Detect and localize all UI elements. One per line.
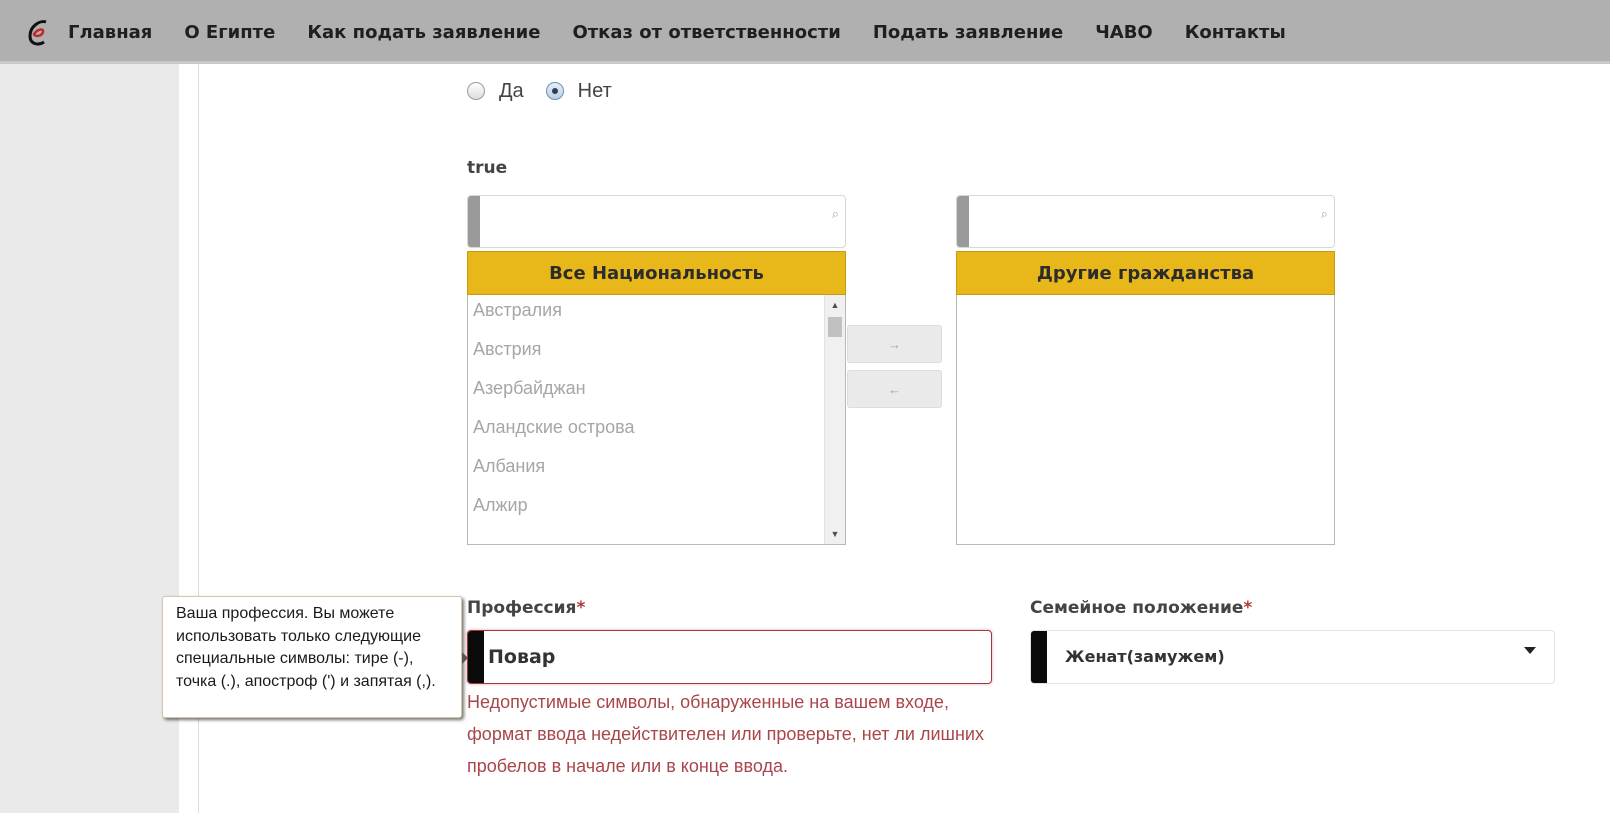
dual-list-label: true <box>467 158 508 178</box>
list-item[interactable]: Алжир <box>468 490 845 529</box>
search-icon: ⌕ <box>1320 206 1328 221</box>
other-citizenships-header: Другие гражданства <box>956 251 1335 295</box>
nav-faq[interactable]: ЧАВО <box>1095 22 1153 43</box>
profession-label: Профессия* <box>467 598 586 618</box>
all-nationalities-search[interactable]: ⌕ <box>467 195 846 248</box>
left-sidebar-band <box>0 64 179 813</box>
radio-yes-label[interactable]: Да <box>499 80 524 103</box>
marital-status-label: Семейное положение* <box>1030 598 1253 618</box>
list-item[interactable]: Аландские острова <box>468 412 845 451</box>
nav-home[interactable]: Главная <box>68 22 152 43</box>
list-item[interactable]: Азербайджан <box>468 373 845 412</box>
move-right-button[interactable]: → <box>847 325 942 363</box>
yes-no-radio-group: Да Нет <box>467 76 634 106</box>
site-logo-icon[interactable] <box>26 18 50 48</box>
all-nationalities-list[interactable]: Австралия Австрия Азербайджан Аландские … <box>467 295 846 545</box>
main-nav: Главная О Египте Как подать заявление От… <box>68 0 1318 64</box>
profession-error-message: Недопустимые символы, обнаруженные на ва… <box>467 692 984 776</box>
nav-contacts[interactable]: Контакты <box>1185 22 1286 43</box>
move-left-button[interactable]: ← <box>847 370 942 408</box>
all-nationalities-header: Все Национальность <box>467 251 846 295</box>
profession-tooltip: Ваша профессия. Вы можете использовать т… <box>162 596 462 718</box>
other-citizenships-search[interactable]: ⌕ <box>956 195 1335 248</box>
marital-status-value[interactable]: Женат(замужем) <box>1065 631 1225 683</box>
nav-about-egypt[interactable]: О Египте <box>184 22 275 43</box>
radio-no-label[interactable]: Нет <box>578 80 612 103</box>
marital-status-select[interactable]: Женат(замужем) <box>1030 630 1555 684</box>
list-item[interactable]: Албания <box>468 451 845 490</box>
chevron-down-icon[interactable] <box>1524 647 1536 654</box>
other-citizenships-list[interactable] <box>956 295 1335 545</box>
profession-value[interactable]: Повар <box>488 631 555 683</box>
radio-yes[interactable] <box>467 82 485 100</box>
nav-apply[interactable]: Подать заявление <box>873 22 1063 43</box>
scroll-thumb[interactable] <box>828 317 842 337</box>
top-navbar: Главная О Египте Как подать заявление От… <box>0 0 1610 64</box>
radio-no[interactable] <box>545 82 564 100</box>
scroll-down-arrow-icon[interactable]: ▼ <box>825 526 845 542</box>
search-icon: ⌕ <box>831 206 839 221</box>
profession-input[interactable]: Повар <box>467 630 992 684</box>
list-item[interactable]: Австралия <box>468 295 845 334</box>
scroll-up-arrow-icon[interactable]: ▲ <box>825 297 845 313</box>
nav-how-to-apply[interactable]: Как подать заявление <box>307 22 540 43</box>
tooltip-arrow <box>462 652 468 664</box>
list-item[interactable]: Австрия <box>468 334 845 373</box>
nav-disclaimer[interactable]: Отказ от ответственности <box>572 22 840 43</box>
list-scrollbar[interactable]: ▲ ▼ <box>824 295 845 544</box>
